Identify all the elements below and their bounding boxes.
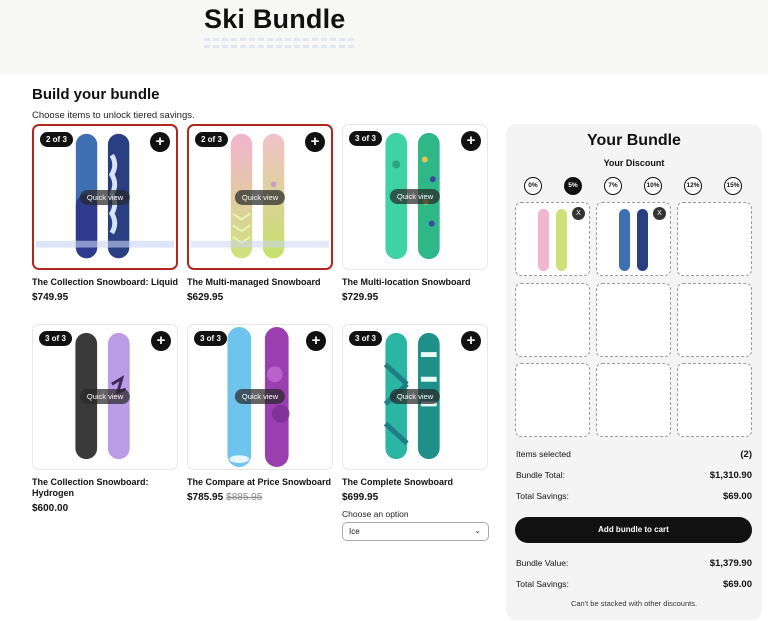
product-price: $749.95 bbox=[32, 292, 180, 303]
stacking-note: Can't be stacked with other discounts. bbox=[570, 599, 698, 608]
product-price: $699.95 bbox=[342, 492, 490, 503]
product-card[interactable]: 2 of 3 + Quick view The Collection Snowb… bbox=[32, 124, 180, 303]
chevron-down-icon: ⌄ bbox=[474, 526, 481, 535]
product-image[interactable]: 3 of 3 + Quick view bbox=[342, 324, 488, 470]
builder-heading: Build your bundle bbox=[32, 86, 160, 103]
price-value: $699.95 bbox=[342, 492, 379, 503]
bundle-slot-filled[interactable]: X bbox=[515, 202, 590, 276]
product-card[interactable]: 3 of 3 + Quick view The Complete Snowboa… bbox=[342, 324, 490, 541]
product-name[interactable]: The Collection Snowboard: Hydrogen bbox=[32, 477, 182, 499]
stock-badge: 3 of 3 bbox=[39, 331, 72, 346]
add-bundle-to-cart-button[interactable]: Add bundle to cart bbox=[515, 517, 752, 543]
add-to-bundle-button[interactable]: + bbox=[461, 131, 481, 151]
product-price: $785.95 $885.95 bbox=[187, 492, 335, 503]
items-selected-value: (2) bbox=[740, 449, 752, 460]
discount-tier: 15% bbox=[724, 177, 742, 195]
stock-badge: 2 of 3 bbox=[40, 132, 73, 147]
bundle-value-row: Bundle Value: $1,379.90 bbox=[516, 558, 752, 569]
builder-subheading: Choose items to unlock tiered savings. bbox=[32, 110, 195, 121]
stock-badge: 3 of 3 bbox=[194, 331, 227, 346]
bundle-panel: Your Bundle Your Discount 0% 5% 7% 10% 1… bbox=[506, 124, 762, 620]
total-savings-row-2: Total Savings: $69.00 bbox=[516, 579, 752, 590]
hero-ghost-decoration bbox=[204, 34, 354, 56]
total-savings-label: Total Savings: bbox=[516, 491, 569, 501]
bundle-slot-empty bbox=[677, 283, 752, 357]
product-name[interactable]: The Collection Snowboard: Liquid bbox=[32, 277, 182, 288]
quick-view-button[interactable]: Quick view bbox=[389, 389, 441, 404]
quick-view-button[interactable]: Quick view bbox=[234, 389, 286, 404]
option-select[interactable]: Ice ⌄ bbox=[342, 522, 489, 541]
product-image[interactable]: 3 of 3 + Quick view bbox=[342, 124, 488, 270]
bundle-value-label: Bundle Value: bbox=[516, 558, 569, 568]
discount-tier: 0% bbox=[524, 177, 542, 195]
discount-tier-active: 5% bbox=[564, 177, 582, 195]
product-image[interactable]: 2 of 3 + Quick view bbox=[187, 124, 333, 270]
price-value: $629.95 bbox=[187, 292, 224, 303]
discount-title: Your Discount bbox=[603, 158, 665, 168]
bundle-slot-filled[interactable]: X bbox=[596, 202, 671, 276]
discount-tier: 10% bbox=[644, 177, 662, 195]
items-selected-row: Items selected (2) bbox=[516, 449, 752, 460]
bundle-slot-empty bbox=[596, 363, 671, 437]
add-to-bundle-button[interactable]: + bbox=[151, 331, 171, 351]
bundle-value-value: $1,379.90 bbox=[709, 558, 752, 569]
bundle-slot-empty bbox=[677, 363, 752, 437]
product-card[interactable]: 3 of 3 + Quick view The Compare at Price… bbox=[187, 324, 335, 503]
price-value: $600.00 bbox=[32, 503, 69, 514]
product-image[interactable]: 3 of 3 + Quick view bbox=[187, 324, 333, 470]
product-price: $729.95 bbox=[342, 292, 490, 303]
page-title: Ski Bundle bbox=[204, 4, 346, 34]
option-label: Choose an option bbox=[342, 509, 409, 519]
bundle-slot-empty bbox=[596, 283, 671, 357]
quick-view-button[interactable]: Quick view bbox=[79, 190, 131, 205]
price-value: $729.95 bbox=[342, 292, 379, 303]
price-value: $749.95 bbox=[32, 292, 69, 303]
discount-tiers: 0% 5% 7% 10% 12% 15% bbox=[522, 177, 746, 195]
discount-tier: 12% bbox=[684, 177, 702, 195]
total-savings-value: $69.00 bbox=[722, 491, 752, 502]
product-price: $600.00 bbox=[32, 503, 180, 514]
bundle-total-row: Bundle Total: $1,310.90 bbox=[516, 470, 752, 481]
price-value: $785.95 bbox=[187, 492, 224, 503]
total-savings-value: $69.00 bbox=[722, 579, 752, 590]
bundle-slot-empty bbox=[515, 283, 590, 357]
total-savings-label: Total Savings: bbox=[516, 579, 569, 589]
bundle-total-label: Bundle Total: bbox=[516, 470, 565, 480]
option-select-value: Ice bbox=[349, 527, 360, 536]
bundle-slot-empty bbox=[515, 363, 590, 437]
product-name[interactable]: The Compare at Price Snowboard bbox=[187, 477, 337, 488]
items-selected-label: Items selected bbox=[516, 449, 571, 459]
bundle-slot-empty bbox=[677, 202, 752, 276]
bundle-total-value: $1,310.90 bbox=[709, 470, 752, 481]
add-to-bundle-button[interactable]: + bbox=[461, 331, 481, 351]
product-image[interactable]: 3 of 3 + Quick view bbox=[32, 324, 178, 470]
compare-price: $885.95 bbox=[226, 492, 263, 503]
remove-item-button[interactable]: X bbox=[572, 207, 585, 220]
quick-view-button[interactable]: Quick view bbox=[79, 389, 131, 404]
remove-item-button[interactable]: X bbox=[653, 207, 666, 220]
total-savings-row: Total Savings: $69.00 bbox=[516, 491, 752, 502]
stock-badge: 3 of 3 bbox=[349, 131, 382, 146]
hero-banner: Ski Bundle bbox=[0, 0, 768, 74]
product-card[interactable]: 3 of 3 + Quick view The Collection Snowb… bbox=[32, 324, 180, 514]
add-to-bundle-button[interactable]: + bbox=[306, 331, 326, 351]
product-card[interactable]: 3 of 3 + Quick view The Multi-location S… bbox=[342, 124, 490, 303]
product-card[interactable]: 2 of 3 + Quick view The Multi-managed Sn… bbox=[187, 124, 335, 303]
add-to-bundle-button[interactable]: + bbox=[305, 132, 325, 152]
discount-tier: 7% bbox=[604, 177, 622, 195]
product-name[interactable]: The Complete Snowboard bbox=[342, 477, 492, 488]
stock-badge: 3 of 3 bbox=[349, 331, 382, 346]
product-price: $629.95 bbox=[187, 292, 335, 303]
quick-view-button[interactable]: Quick view bbox=[234, 190, 286, 205]
product-image[interactable]: 2 of 3 + Quick view bbox=[32, 124, 178, 270]
quick-view-button[interactable]: Quick view bbox=[389, 189, 441, 204]
product-name[interactable]: The Multi-managed Snowboard bbox=[187, 277, 337, 288]
product-name[interactable]: The Multi-location Snowboard bbox=[342, 277, 492, 288]
add-to-bundle-button[interactable]: + bbox=[150, 132, 170, 152]
stock-badge: 2 of 3 bbox=[195, 132, 228, 147]
bundle-title: Your Bundle bbox=[587, 132, 681, 149]
